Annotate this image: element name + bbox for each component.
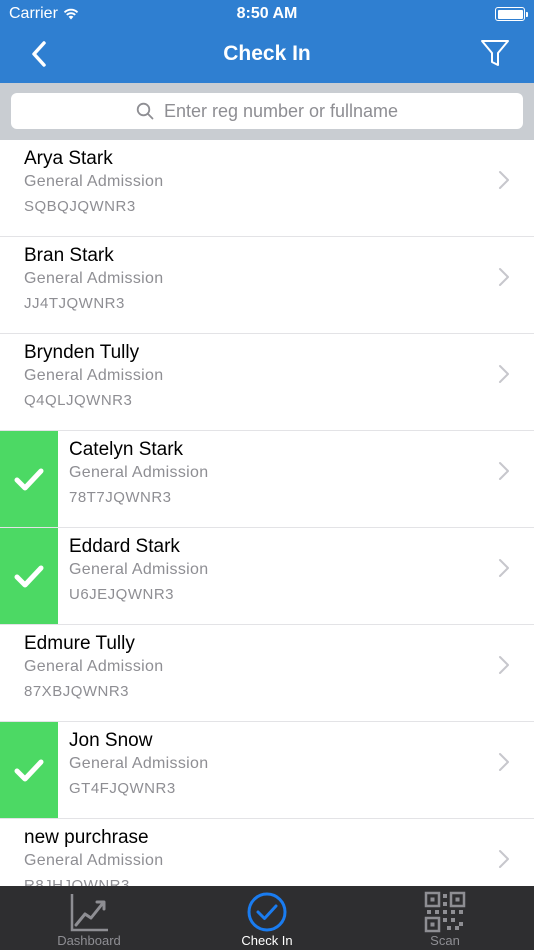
- chevron-right-icon: [499, 656, 509, 674]
- reg-number: 87XBJQWNR3: [24, 683, 130, 700]
- ticket-type: General Admission: [24, 367, 164, 384]
- tab-label: Check In: [241, 933, 293, 948]
- checked-in-indicator: [0, 722, 58, 818]
- status-time: 8:50 AM: [236, 5, 298, 22]
- chevron-right-icon: [499, 171, 509, 189]
- chevron-right-icon: [499, 559, 509, 577]
- reg-number: U6JEJQWNR3: [69, 586, 175, 603]
- checkmark-icon: [14, 759, 44, 782]
- ticket-type: General Admission: [69, 561, 209, 578]
- ticket-type: General Admission: [24, 173, 164, 190]
- reg-number: GT4FJQWNR3: [69, 780, 176, 797]
- attendee-name: Eddard Stark: [69, 536, 180, 557]
- tab-dashboard[interactable]: Dashboard: [0, 886, 178, 950]
- attendee-row[interactable]: Catelyn Stark General Admission 78T7JQWN…: [0, 431, 534, 528]
- chart-icon: [70, 894, 108, 932]
- ticket-type: General Admission: [24, 852, 164, 869]
- attendee-row[interactable]: Arya Stark General Admission SQBQJQWNR3: [0, 140, 534, 237]
- attendee-name: Jon Snow: [69, 730, 153, 751]
- top-bar: Carrier 8:50 AM Check In: [0, 0, 534, 83]
- attendee-row[interactable]: Bran Stark General Admission JJ4TJQWNR3: [0, 237, 534, 334]
- attendee-name: Catelyn Stark: [69, 439, 184, 460]
- attendee-name: Edmure Tully: [24, 633, 135, 654]
- ticket-type: General Admission: [69, 755, 209, 772]
- chevron-right-icon: [499, 365, 509, 383]
- checkmark-icon: [14, 565, 44, 588]
- ticket-type: General Admission: [24, 270, 164, 287]
- checked-in-indicator: [0, 431, 58, 527]
- attendee-name: Brynden Tully: [24, 342, 140, 363]
- attendee-row[interactable]: Brynden Tully General Admission Q4QLJQWN…: [0, 334, 534, 431]
- reg-number: JJ4TJQWNR3: [24, 295, 125, 312]
- reg-number: SQBQJQWNR3: [24, 198, 136, 215]
- battery-icon: [495, 7, 528, 21]
- ticket-type: General Admission: [69, 464, 209, 481]
- attendee-name: new purchrase: [24, 827, 149, 848]
- chevron-right-icon: [499, 850, 509, 868]
- reg-number: Q4QLJQWNR3: [24, 392, 133, 409]
- attendee-row[interactable]: Edmure Tully General Admission 87XBJQWNR…: [0, 625, 534, 722]
- tab-label: Scan: [430, 933, 460, 948]
- attendee-row[interactable]: new purchrase General Admission R8JHJQWN…: [0, 819, 534, 886]
- tab-check-in[interactable]: Check In: [178, 886, 356, 950]
- tab-bar: Dashboard Check In Scan: [0, 886, 534, 950]
- reg-number: 78T7JQWNR3: [69, 489, 172, 506]
- search-input[interactable]: Enter reg number or fullname: [11, 93, 523, 129]
- attendee-row[interactable]: Eddard Stark General Admission U6JEJQWNR…: [0, 528, 534, 625]
- tab-scan[interactable]: Scan: [356, 886, 534, 950]
- chevron-right-icon: [499, 268, 509, 286]
- navigation-bar: Check In: [0, 28, 534, 83]
- chevron-right-icon: [499, 753, 509, 771]
- filter-button[interactable]: [480, 38, 510, 70]
- attendee-name: Arya Stark: [24, 148, 113, 169]
- attendee-name: Bran Stark: [24, 245, 114, 266]
- tab-label: Dashboard: [57, 933, 121, 948]
- checked-in-indicator: [0, 528, 58, 624]
- page-title: Check In: [223, 42, 311, 65]
- filter-icon: [481, 40, 509, 66]
- reg-number: R8JHJQWNR3: [24, 877, 130, 886]
- checkmark-icon: [14, 468, 44, 491]
- search-placeholder: Enter reg number or fullname: [163, 100, 399, 121]
- checkmark-circle-icon: [247, 892, 287, 932]
- status-bar: Carrier 8:50 AM: [0, 0, 534, 28]
- attendee-row[interactable]: Jon Snow General Admission GT4FJQWNR3: [0, 722, 534, 819]
- ticket-type: General Admission: [24, 658, 164, 675]
- qr-code-icon: [424, 891, 466, 933]
- attendee-list[interactable]: Arya Stark General Admission SQBQJQWNR3 …: [0, 140, 534, 886]
- search-bar: Enter reg number or fullname: [0, 83, 534, 140]
- search-icon: [136, 102, 154, 120]
- chevron-right-icon: [499, 462, 509, 480]
